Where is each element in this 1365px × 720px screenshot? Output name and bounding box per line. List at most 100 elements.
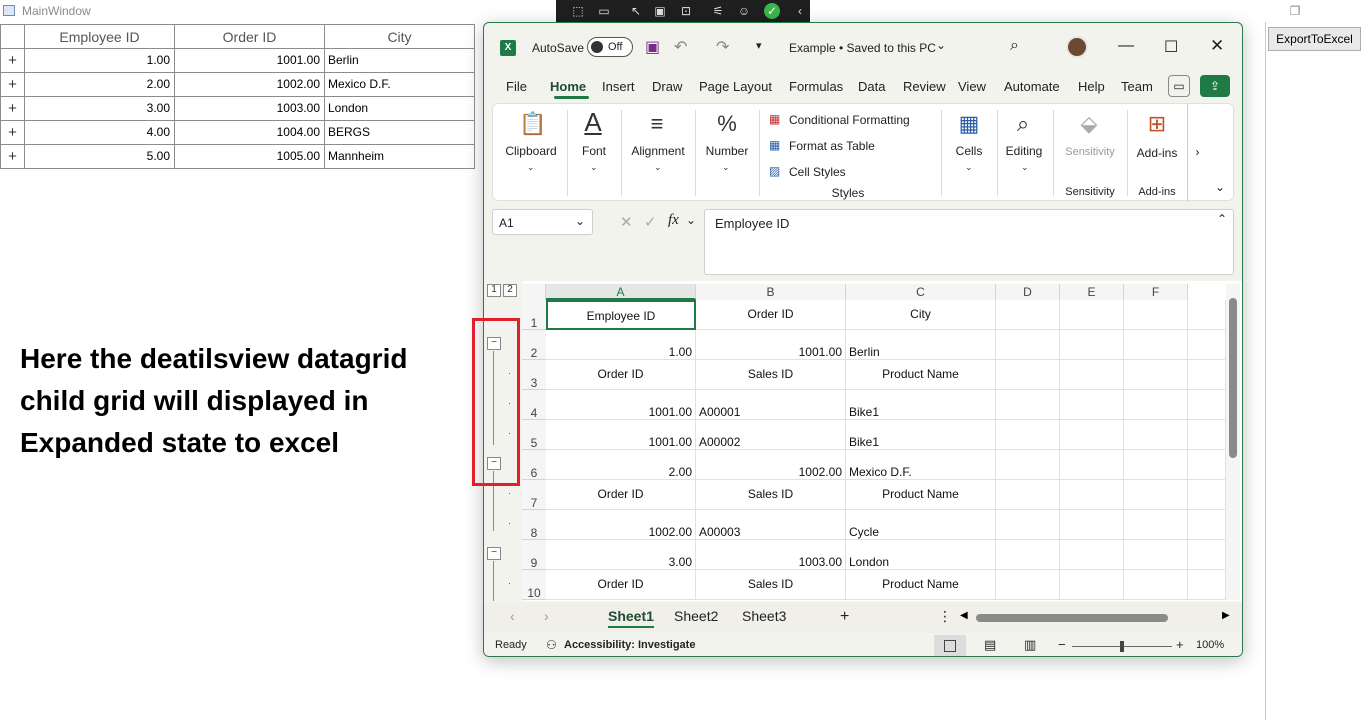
scroll-left-icon[interactable]: ◀ — [960, 610, 968, 621]
fx-chevron-icon[interactable]: ⌄ — [686, 213, 696, 227]
row-header[interactable]: 4 — [522, 390, 546, 420]
formula-input[interactable]: Employee ID ⌃ — [704, 209, 1234, 275]
search-icon[interactable]: ⌕ — [1010, 37, 1019, 55]
tab-data[interactable]: Data — [858, 79, 885, 94]
zoom-slider-thumb[interactable] — [1120, 641, 1124, 652]
row-header[interactable]: 5 — [522, 420, 546, 450]
zoom-in-icon[interactable]: + — [1176, 637, 1184, 652]
cell-c4[interactable]: Bike1 — [846, 390, 996, 420]
cancel-formula-icon[interactable]: ✕ — [620, 213, 633, 231]
empty-cell[interactable] — [1060, 390, 1124, 420]
sheet-options-icon[interactable]: ⋮ — [938, 608, 952, 625]
cell-a2[interactable]: 1.00 — [546, 330, 696, 360]
cell-b7[interactable]: Sales ID — [696, 480, 846, 510]
ribbon-collapse-icon[interactable]: ⌄ — [1215, 180, 1225, 194]
empty-cell[interactable] — [1124, 570, 1188, 600]
cell-b6[interactable]: 1002.00 — [696, 450, 846, 480]
cell-c5[interactable]: Bike1 — [846, 420, 996, 450]
tab-team[interactable]: Team — [1121, 79, 1153, 94]
column-header-order-id[interactable]: Order ID — [175, 25, 325, 49]
empty-cell[interactable] — [1124, 540, 1188, 570]
video-icon[interactable]: ▭ — [596, 3, 612, 19]
row-header[interactable]: 9 — [522, 540, 546, 570]
share-icon[interactable]: ⇪ — [1200, 75, 1230, 97]
table-row[interactable]: +3.00 1003.00 London — [0, 97, 475, 121]
ribbon-addins[interactable]: Add-ins — [1131, 146, 1183, 160]
cell-b3[interactable]: Sales ID — [696, 360, 846, 390]
tab-review[interactable]: Review — [903, 79, 946, 94]
tab-home[interactable]: Home — [550, 79, 586, 94]
ribbon-format-as-table[interactable]: Format as Table — [789, 139, 875, 153]
row-header[interactable]: 3 — [522, 360, 546, 390]
empty-cell[interactable] — [1124, 480, 1188, 510]
prev-sheet-icon[interactable]: ‹ — [510, 608, 515, 624]
ribbon-scroll-right-icon[interactable]: › — [1187, 104, 1207, 202]
empty-cell[interactable] — [1124, 300, 1188, 330]
customize-toolbar-icon[interactable]: ▾ — [756, 39, 762, 52]
empty-cell[interactable] — [1124, 450, 1188, 480]
cell-c6[interactable]: Mexico D.F. — [846, 450, 996, 480]
empty-cell[interactable] — [996, 300, 1060, 330]
empty-cell[interactable] — [1060, 330, 1124, 360]
hot-reload-icon[interactable]: ⚟ — [710, 3, 726, 19]
select-element-icon[interactable]: ⬚ — [570, 3, 586, 19]
expander-toggle[interactable]: + — [0, 97, 25, 121]
cell-b9[interactable]: 1003.00 — [696, 540, 846, 570]
zoom-level[interactable]: 100% — [1196, 639, 1224, 651]
table-row[interactable]: +4.00 1004.00 BERGS — [0, 121, 475, 145]
next-sheet-icon[interactable]: › — [544, 608, 549, 624]
sheet-tab-sheet3[interactable]: Sheet3 — [742, 608, 786, 624]
save-icon[interactable]: ▣ — [645, 37, 660, 57]
column-header-d[interactable]: D — [996, 284, 1060, 300]
empty-cell[interactable] — [1124, 390, 1188, 420]
outline-level-1[interactable]: 1 — [487, 284, 501, 297]
table-row[interactable]: +5.00 1005.00 Mannheim — [0, 145, 475, 169]
empty-cell[interactable] — [996, 540, 1060, 570]
empty-cell[interactable] — [1188, 510, 1226, 540]
empty-cell[interactable] — [1060, 300, 1124, 330]
horizontal-scrollbar-thumb[interactable] — [976, 614, 1168, 622]
empty-cell[interactable] — [1060, 360, 1124, 390]
empty-cell[interactable] — [1060, 570, 1124, 600]
cell-a7[interactable]: Order ID — [546, 480, 696, 510]
row-header[interactable]: 10 — [522, 570, 546, 600]
tab-page-layout[interactable]: Page Layout — [699, 79, 772, 94]
accessibility-icon[interactable]: ☺ — [736, 3, 752, 19]
status-accessibility[interactable]: Accessibility: Investigate — [564, 639, 695, 651]
file-title[interactable]: Example • Saved to this PC — [789, 41, 936, 55]
cell-c8[interactable]: Cycle — [846, 510, 996, 540]
empty-cell[interactable] — [996, 390, 1060, 420]
vertical-scrollbar[interactable] — [1226, 284, 1240, 600]
outline-level-2[interactable]: 2 — [503, 284, 517, 297]
column-header-c[interactable]: C — [846, 284, 996, 300]
ribbon-sensitivity[interactable]: Sensitivity — [1055, 146, 1125, 158]
tab-formulas[interactable]: Formulas — [789, 79, 843, 94]
empty-cell[interactable] — [1188, 570, 1226, 600]
row-header[interactable]: 1 — [522, 300, 546, 330]
column-header-b[interactable]: B — [696, 284, 846, 300]
expander-toggle[interactable]: + — [0, 145, 25, 169]
empty-cell[interactable] — [1124, 360, 1188, 390]
table-row[interactable]: +2.00 1002.00 Mexico D.F. — [0, 73, 475, 97]
restore-icon[interactable]: ❐ — [1280, 2, 1310, 20]
empty-cell[interactable] — [1188, 420, 1226, 450]
cell-a1[interactable]: Employee ID — [546, 300, 696, 330]
tab-automate[interactable]: Automate — [1004, 79, 1060, 94]
frame-icon[interactable]: ▣ — [652, 3, 668, 19]
ribbon-alignment[interactable]: Alignment — [625, 144, 691, 158]
cell-c10[interactable]: Product Name — [846, 570, 996, 600]
cell-a4[interactable]: 1001.00 — [546, 390, 696, 420]
name-box[interactable]: A1 ⌄ — [492, 209, 593, 235]
sheet-tab-sheet2[interactable]: Sheet2 — [674, 608, 718, 624]
empty-cell[interactable] — [996, 330, 1060, 360]
cell-c7[interactable]: Product Name — [846, 480, 996, 510]
tab-draw[interactable]: Draw — [652, 79, 682, 94]
empty-cell[interactable] — [1124, 420, 1188, 450]
redo-icon[interactable]: ↷ — [716, 37, 729, 57]
zoom-slider[interactable] — [1072, 641, 1172, 652]
title-chevron-down-icon[interactable]: ⌄ — [936, 38, 946, 52]
column-header-e[interactable]: E — [1060, 284, 1124, 300]
empty-cell[interactable] — [1060, 450, 1124, 480]
tab-view[interactable]: View — [958, 79, 986, 94]
ribbon-font[interactable]: Font — [571, 144, 617, 158]
